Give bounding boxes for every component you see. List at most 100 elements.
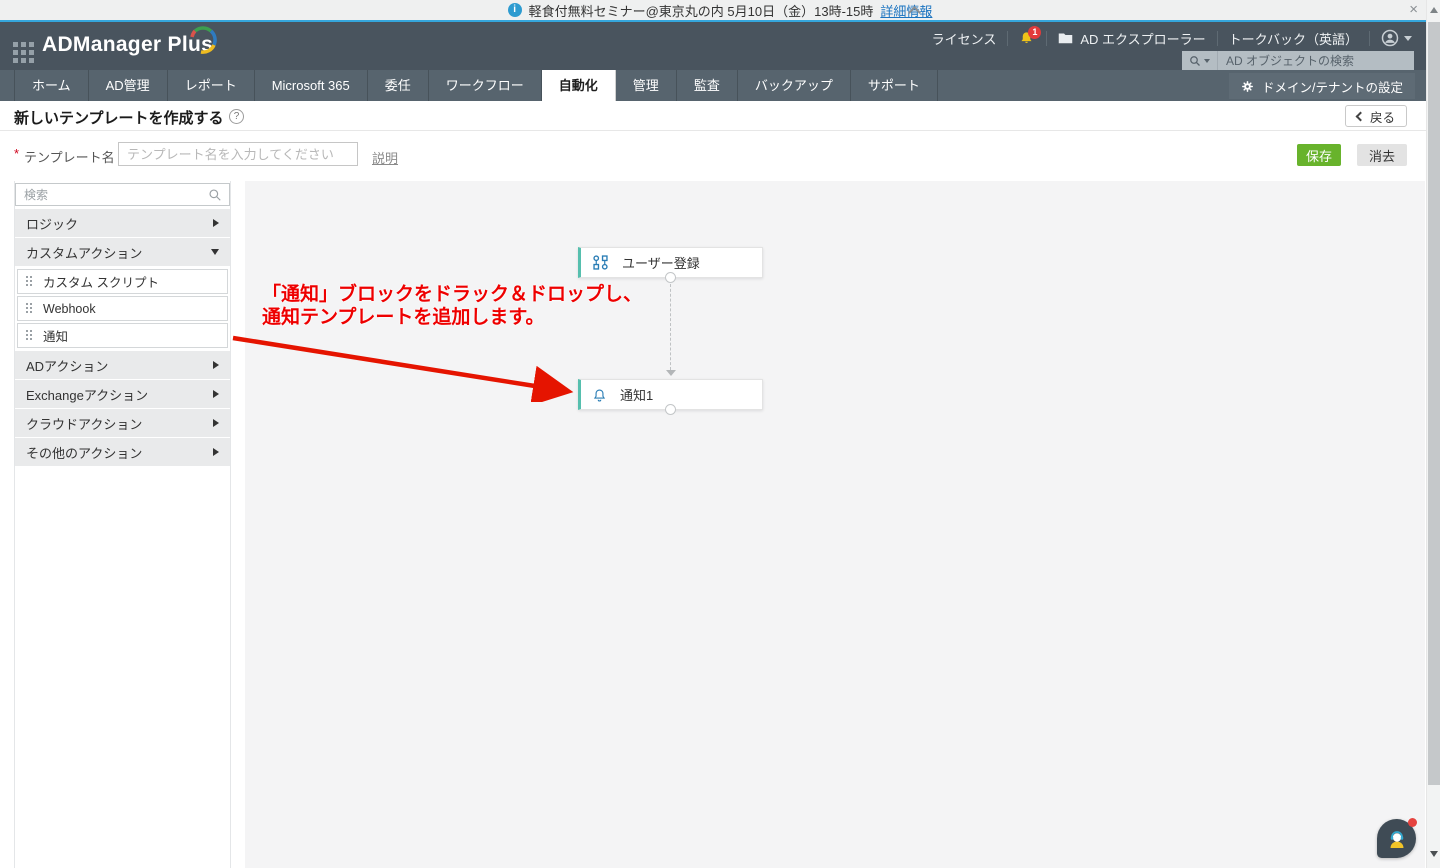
sidebar-search	[15, 183, 230, 206]
vertical-scrollbar[interactable]	[1426, 0, 1440, 868]
tab-ad-management[interactable]: AD管理	[89, 70, 168, 101]
chevron-down-icon	[211, 249, 219, 255]
tab-reports[interactable]: レポート	[168, 70, 255, 101]
group-label: ADアクション	[26, 358, 109, 374]
clear-button[interactable]: 消去	[1357, 144, 1407, 166]
group-label: クラウドアクション	[26, 416, 143, 432]
info-icon: i	[507, 3, 522, 17]
connector-node[interactable]	[665, 272, 676, 283]
required-mark: *	[14, 146, 20, 161]
sidebar-group-custom-actions[interactable]: カスタムアクション	[15, 238, 230, 266]
chevron-right-icon	[213, 448, 219, 456]
search-scope-button[interactable]	[1182, 51, 1218, 71]
template-name-input[interactable]	[118, 142, 358, 166]
workflow-icon	[593, 255, 608, 270]
group-label: カスタムアクション	[26, 245, 143, 261]
sidebar-group-cloud-actions[interactable]: クラウドアクション	[15, 409, 230, 437]
global-search	[1182, 51, 1414, 71]
divider	[1007, 30, 1009, 46]
license-link[interactable]: ライセンス	[932, 29, 997, 48]
draggable-custom-script[interactable]: カスタム スクリプト	[17, 269, 228, 294]
draggable-notification[interactable]: 通知	[17, 323, 228, 348]
chevron-right-icon	[213, 390, 219, 398]
domain-tenant-settings-button[interactable]: ドメイン/テナントの設定	[1229, 73, 1415, 99]
annotation-line-1: 「通知」ブロックをドラック＆ドロップし、	[262, 284, 643, 305]
divider	[1046, 30, 1048, 46]
back-button[interactable]: 戻る	[1344, 105, 1407, 127]
annotation-line-2: 通知テンプレートを追加します。	[262, 307, 545, 328]
tab-home[interactable]: ホーム	[14, 70, 89, 101]
chevron-down-icon	[1404, 35, 1412, 41]
chevron-right-icon	[213, 419, 219, 427]
scrollbar-thumb[interactable]	[1428, 22, 1440, 785]
chevron-down-icon	[1204, 59, 1210, 63]
description-link[interactable]: 説明	[372, 148, 398, 167]
connector-line	[670, 284, 671, 370]
tab-automation[interactable]: 自動化	[541, 70, 616, 101]
close-icon[interactable]: ×	[1409, 1, 1418, 18]
help-icon[interactable]: ?	[229, 109, 244, 124]
scroll-down-icon[interactable]	[1430, 851, 1438, 857]
sidebar-search-input[interactable]	[16, 184, 229, 205]
announcement-banner: i 軽食付無料セミナー@東京丸の内 5月10日（金）13時-15時 詳細情報 ×	[0, 0, 1440, 22]
ad-object-search-input[interactable]	[1218, 51, 1414, 71]
block-label: ユーザー登録	[622, 256, 700, 271]
back-label: 戻る	[1369, 110, 1395, 125]
logo-swirl-icon	[190, 26, 217, 54]
drag-handle-icon[interactable]	[26, 276, 34, 287]
sidebar-group-other-actions[interactable]: その他のアクション	[15, 438, 230, 466]
banner-text: 軽食付無料セミナー@東京丸の内 5月10日（金）13時-15時	[528, 3, 874, 19]
divider	[1216, 30, 1218, 46]
actions-sidebar: ロジック カスタムアクション カスタム スクリプト Webhook 通知 ADア…	[14, 181, 231, 868]
notifications-bell-icon[interactable]: 1	[1019, 26, 1042, 46]
app-header: ADManager Plus ライセンス 1 AD エクスプローラー トークバッ…	[0, 22, 1440, 71]
drag-handle-icon[interactable]	[26, 330, 34, 341]
group-label: ロジック	[26, 216, 79, 232]
tutorial-annotation: 「通知」ブロックをドラック＆ドロップし、 通知テンプレートを追加します。	[262, 283, 642, 329]
ad-explorer-label: AD エクスプローラー	[1080, 31, 1206, 47]
connector-node[interactable]	[665, 404, 676, 415]
template-form: * テンプレート名 説明 保存 消去	[0, 131, 1440, 177]
search-icon	[1190, 56, 1200, 66]
chevron-right-icon	[213, 361, 219, 369]
tab-backup[interactable]: バックアップ	[738, 70, 851, 101]
page-title: 新しいテンプレートを作成する	[14, 110, 224, 127]
tab-admin[interactable]: 管理	[616, 70, 677, 101]
banner-details-link[interactable]: 詳細情報	[880, 1, 932, 20]
template-name-label: テンプレート名	[24, 150, 115, 165]
tab-microsoft-365[interactable]: Microsoft 365	[255, 70, 368, 101]
chevron-right-icon	[213, 219, 219, 227]
tab-support[interactable]: サポート	[851, 70, 938, 101]
connector-arrow-icon	[666, 370, 676, 376]
page-header: 新しいテンプレートを作成する ? 戻る	[0, 101, 1440, 131]
chat-status-dot	[1408, 818, 1417, 827]
main-nav: ホーム AD管理 レポート Microsoft 365 委任 ワークフロー 自動…	[0, 70, 1440, 101]
apps-grid-icon[interactable]	[13, 42, 34, 63]
item-label: 通知	[43, 330, 69, 344]
group-label: その他のアクション	[26, 445, 143, 461]
ad-explorer-link[interactable]: AD エクスプローラー	[1058, 29, 1206, 48]
save-button[interactable]: 保存	[1297, 144, 1341, 166]
talkback-link[interactable]: トークバック（英語）	[1229, 29, 1358, 48]
item-label: カスタム スクリプト	[43, 276, 159, 290]
sidebar-group-ad-actions[interactable]: ADアクション	[15, 351, 230, 379]
notification-badge: 1	[1028, 26, 1042, 39]
draggable-webhook[interactable]: Webhook	[17, 296, 228, 321]
tab-audit[interactable]: 監査	[677, 70, 738, 101]
user-avatar-icon	[1381, 29, 1399, 47]
user-menu[interactable]	[1381, 29, 1412, 47]
drag-handle-icon[interactable]	[26, 303, 34, 314]
sidebar-group-logic[interactable]: ロジック	[15, 209, 230, 237]
divider	[1369, 30, 1370, 46]
custom-actions-list: カスタム スクリプト Webhook 通知	[15, 267, 230, 351]
scroll-up-icon[interactable]	[1430, 7, 1438, 13]
folder-icon	[1059, 33, 1073, 44]
tab-delegation[interactable]: 委任	[368, 70, 429, 101]
item-label: Webhook	[43, 301, 96, 316]
search-icon	[209, 189, 221, 201]
gear-icon	[1242, 80, 1253, 92]
tab-workflow[interactable]: ワークフロー	[429, 70, 542, 101]
support-agent-icon	[1390, 830, 1403, 848]
sidebar-group-exchange-actions[interactable]: Exchangeアクション	[15, 380, 230, 408]
group-label: Exchangeアクション	[26, 387, 149, 403]
